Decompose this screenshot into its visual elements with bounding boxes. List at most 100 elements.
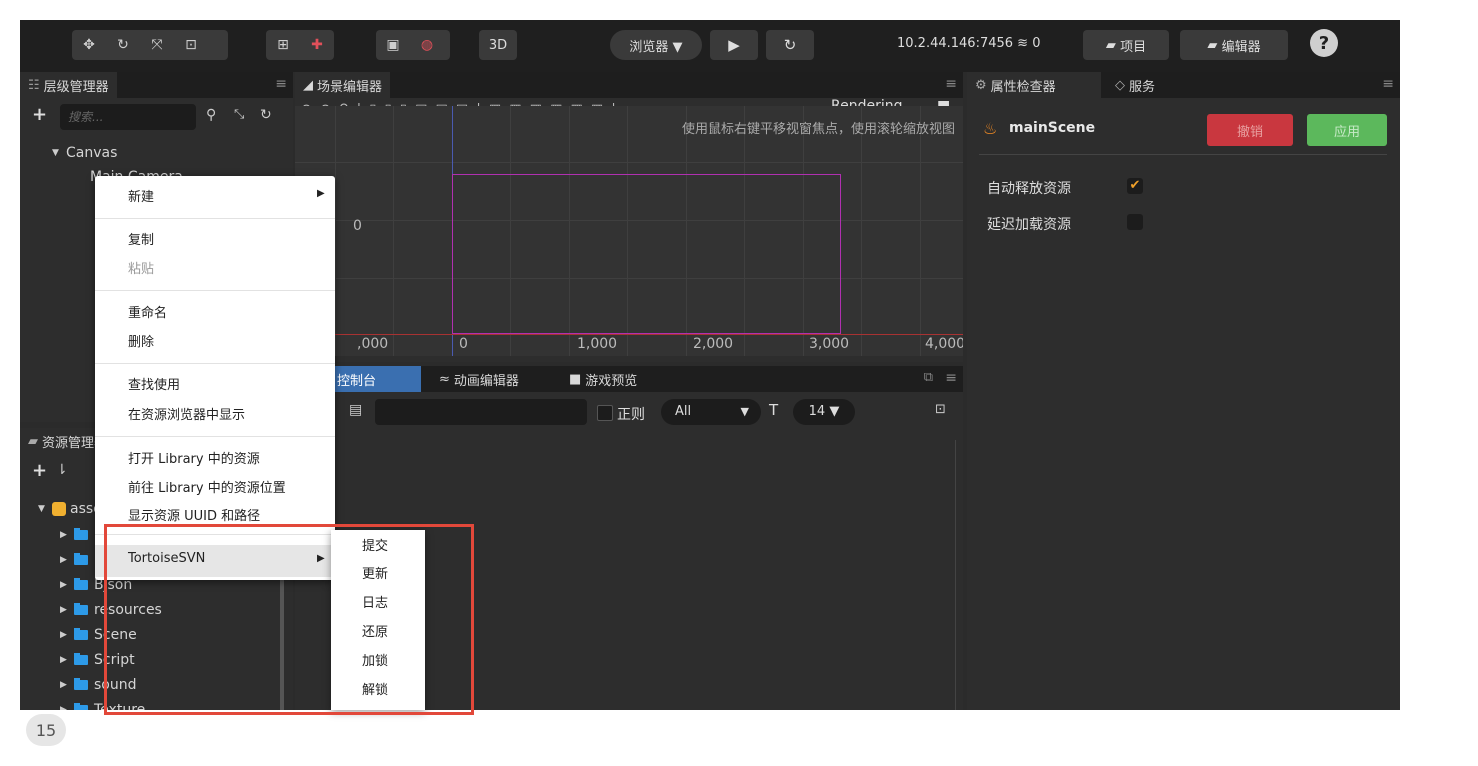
rect-tool-icon[interactable]: ⊡ xyxy=(174,30,208,60)
scene-viewport[interactable]: 使用鼠标右键平移视窗焦点，使用滚轮缩放视图 0 ,000 0 1,000 2,0… xyxy=(295,106,963,356)
animation-icon: ≈ xyxy=(439,371,450,387)
grid-line xyxy=(393,106,394,356)
menu-item-rename[interactable]: 重命名 xyxy=(128,304,167,324)
expand-arrow-icon[interactable]: ▶ xyxy=(60,705,74,710)
font-size-select[interactable]: 14 ▼ xyxy=(793,399,855,425)
menu-item-show-in-browser[interactable]: 在资源浏览器中显示 xyxy=(128,406,245,426)
add-node-icon[interactable]: + xyxy=(32,104,47,125)
refresh-button[interactable]: ↻ xyxy=(766,30,814,60)
preview-platform-select[interactable]: 浏览器 ▼ xyxy=(610,30,702,60)
hierarchy-icon: ☷ xyxy=(28,77,40,93)
folder-icon: ▰ xyxy=(28,433,38,449)
x-tick-label: 0 xyxy=(459,336,468,352)
grid-line xyxy=(295,162,963,163)
asset-folder[interactable]: ▶ xyxy=(60,524,94,546)
3d-toggle-button[interactable]: 3D xyxy=(479,30,517,60)
delay-load-checkbox[interactable] xyxy=(1127,214,1143,230)
x-axis-line xyxy=(295,334,963,335)
hierarchy-tabbar: ☷ 层级管理器 ≡ xyxy=(20,72,293,98)
frame-icon[interactable]: ▣ xyxy=(376,30,410,60)
connection-count: 0 xyxy=(1032,36,1041,51)
rotate-tool-icon[interactable]: ↻ xyxy=(106,30,140,60)
grid-line xyxy=(920,106,921,356)
scene-title: 场景编辑器 xyxy=(317,79,383,95)
expand-arrow-icon[interactable]: ▶ xyxy=(60,605,74,615)
open-log-icon[interactable]: ▤ xyxy=(349,402,362,418)
tab-animation[interactable]: ≈ 动画编辑器 xyxy=(431,366,527,392)
expand-arrow-icon[interactable]: ▶ xyxy=(60,655,74,665)
sort-icon[interactable]: ⇂ xyxy=(56,462,68,478)
popout-icon[interactable]: ⧉ xyxy=(924,370,933,385)
tree-label: Canvas xyxy=(66,145,118,161)
play-button[interactable]: ▶ xyxy=(710,30,758,60)
open-project-button[interactable]: ▰ 项目 xyxy=(1083,30,1169,60)
inspector-menu-icon[interactable]: ≡ xyxy=(1382,76,1394,92)
move-tool-icon[interactable]: ✥ xyxy=(72,30,106,60)
open-editor-button[interactable]: ▰ 编辑器 xyxy=(1180,30,1288,60)
console-filter-input[interactable] xyxy=(375,399,587,425)
hierarchy-search-input[interactable]: 搜索... xyxy=(60,104,196,130)
game-tab-label: 游戏预览 xyxy=(585,373,638,389)
menu-item-paste[interactable]: 粘贴 xyxy=(128,260,154,280)
console-scrollbar[interactable] xyxy=(955,440,956,710)
search-icon[interactable]: ⚲ xyxy=(206,107,216,123)
scene-icon: ◢ xyxy=(303,77,313,93)
expand-arrow-icon[interactable]: ▶ xyxy=(60,555,74,565)
menu-item-find-usage[interactable]: 查找使用 xyxy=(128,376,180,396)
x-tick-label: 4,000 xyxy=(925,336,963,352)
address-text: 10.2.44.146:7456 xyxy=(897,36,1014,51)
expand-arrow-icon[interactable]: ▼ xyxy=(38,504,52,514)
asset-folder[interactable]: ▶ xyxy=(60,549,94,571)
tree-item-canvas[interactable]: ▼ Canvas xyxy=(52,142,117,164)
menu-item-copy[interactable]: 复制 xyxy=(128,231,154,251)
add-asset-icon[interactable]: + xyxy=(32,460,47,481)
pivot-icon[interactable]: ⊞ xyxy=(266,30,300,60)
regex-checkbox[interactable] xyxy=(597,405,613,421)
y-tick-label: 0 xyxy=(353,218,362,234)
auto-release-checkbox[interactable]: ✔ xyxy=(1127,178,1143,194)
expand-arrow-icon[interactable]: ▶ xyxy=(60,580,74,590)
expand-arrow-icon[interactable]: ▶ xyxy=(60,530,74,540)
refresh-icon[interactable]: ↻ xyxy=(260,107,272,123)
apply-button[interactable]: 应用 xyxy=(1307,114,1387,146)
folder-icon xyxy=(74,678,88,690)
folder-icon xyxy=(74,553,88,565)
auto-release-label: 自动释放资源 xyxy=(987,181,1071,197)
expand-arrow-icon[interactable]: ▶ xyxy=(60,630,74,640)
regex-label: 正则 xyxy=(617,407,645,423)
collapse-icon[interactable]: ⤡ xyxy=(234,107,244,122)
tab-inspector[interactable]: ⚙ 属性检查器 xyxy=(967,72,1101,98)
menu-item-open-library[interactable]: 打开 Library 中的资源 xyxy=(128,450,260,470)
revert-button[interactable]: 撤销 xyxy=(1207,114,1293,146)
tab-scene[interactable]: ◢ 场景编辑器 xyxy=(295,72,391,98)
console-menu-icon[interactable]: ≡ xyxy=(945,370,957,386)
x-tick-label: ,000 xyxy=(357,336,389,352)
design-resolution-frame xyxy=(452,174,841,334)
log-level-select[interactable]: All ▼ xyxy=(661,399,761,425)
folder-icon xyxy=(74,528,88,540)
global-icon[interactable]: ◍ xyxy=(410,30,444,60)
editor-label: 编辑器 xyxy=(1221,39,1261,55)
expand-arrow-icon[interactable]: ▶ xyxy=(60,680,74,690)
menu-item-delete[interactable]: 删除 xyxy=(128,333,154,353)
local-global-icon[interactable]: ✚ xyxy=(300,30,334,60)
menu-item-goto-library[interactable]: 前往 Library 中的资源位置 xyxy=(128,479,286,499)
expand-arrow-icon[interactable]: ▼ xyxy=(52,148,66,158)
page-number: 15 xyxy=(26,714,66,746)
menu-separator xyxy=(95,436,335,437)
folder-icon: ▰ xyxy=(1105,37,1121,53)
scale-tool-icon[interactable]: ⤧ xyxy=(140,30,174,60)
menu-item-new[interactable]: 新建 xyxy=(128,188,154,208)
hierarchy-menu-icon[interactable]: ≡ xyxy=(275,76,287,92)
tab-service[interactable]: ◇ 服务 xyxy=(1107,72,1163,98)
scene-menu-icon[interactable]: ≡ xyxy=(945,76,957,92)
help-button[interactable]: ? xyxy=(1310,29,1338,57)
folder-icon: ▰ xyxy=(1207,37,1222,53)
menu-separator xyxy=(95,363,335,364)
tab-hierarchy[interactable]: ☷ 层级管理器 xyxy=(20,72,117,98)
transform-tools: ✥ ↻ ⤧ ⊡ xyxy=(72,30,228,60)
collapse-console-icon[interactable]: ⊡ xyxy=(935,402,946,417)
tab-game-preview[interactable]: ■ 游戏预览 xyxy=(561,366,645,392)
grid-line xyxy=(861,106,862,356)
console-tab-label: 控制台 xyxy=(337,373,377,389)
